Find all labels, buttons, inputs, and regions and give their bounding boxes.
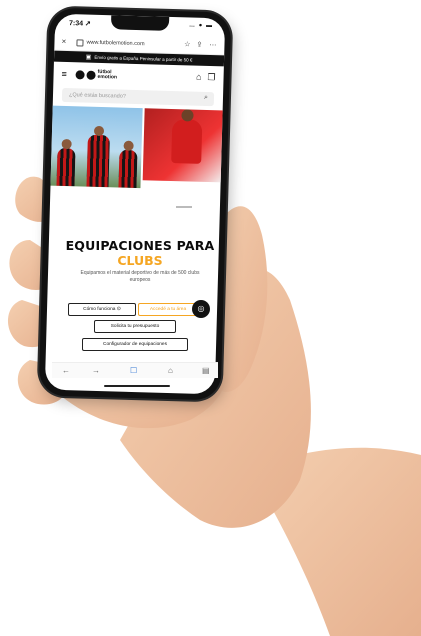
home-indicator[interactable] [104,385,170,387]
player-figure [56,138,76,187]
bookmark-icon[interactable]: ☆ [184,40,191,48]
status-time: 7:34 ↗ [68,20,91,28]
browser-toolbar: ← → ☐ ⌂ ▤ [52,362,218,378]
hero-image-player [142,108,225,183]
request-quote-button[interactable]: Solicita tu presupuesto [94,320,176,333]
logo-mark [75,69,85,80]
how-it-works-button[interactable]: Cómo funciona ⊙ [68,303,136,316]
play-icon: ⊙ [116,307,121,312]
forward-icon[interactable]: → [92,366,100,375]
shopping-bag-icon[interactable]: ❐ [207,72,215,83]
player-figure [86,125,110,188]
how-it-works-label: Cómo funciona [83,307,116,312]
carousel-indicator[interactable] [176,206,192,208]
signal-wifi-battery-icon: … ● ▬ [188,22,214,30]
player-figure [171,109,203,164]
more-icon[interactable]: ⋯ [209,41,216,49]
hero-highlight: CLUBS [117,253,163,268]
kit-configurator-button[interactable]: Configurador de equipaciones [82,338,188,351]
search-icon[interactable]: ⌕ [204,94,208,102]
share-icon[interactable]: ⇪ [196,41,202,49]
search-input[interactable]: ¿Qué estás buscando? ⌕ [61,87,215,107]
tabs-icon[interactable]: ☐ [130,366,137,375]
help-chat-icon[interactable]: ◎ [192,300,210,318]
hamburger-menu-icon[interactable]: ≡ [61,69,67,79]
hero-image-team [50,105,143,189]
url-text[interactable]: www.futbolemotion.com [86,40,144,48]
logo-mark-2 [86,70,96,80]
menu-icon[interactable]: ▤ [202,366,210,375]
search-placeholder: ¿Qué estás buscando? [68,92,126,100]
close-tab-icon[interactable]: × [61,37,66,46]
hero-description: Equipamos el material deportivo de más d… [80,270,200,283]
access-area-button[interactable]: Accedé a tu área [138,303,198,316]
user-icon[interactable]: ⌂ [196,72,202,82]
hero-title: EQUIPACIONES PARA [65,238,215,253]
logo-text: fútbol emotion [97,68,118,81]
site-header: ≡ fútbol emotion ⌂ ❐ [53,63,224,90]
site-logo[interactable]: fútbol emotion [75,69,121,80]
promo-text: Envío gratis a España Peninsular a parti… [94,54,193,63]
camera-notch [110,15,170,31]
hero-banner[interactable] [50,105,225,191]
lock-icon [76,39,84,47]
home-icon[interactable]: ⌂ [168,366,173,375]
player-figure [118,140,138,189]
back-icon[interactable]: ← [62,366,70,375]
truck-icon: ▣ [85,54,92,61]
